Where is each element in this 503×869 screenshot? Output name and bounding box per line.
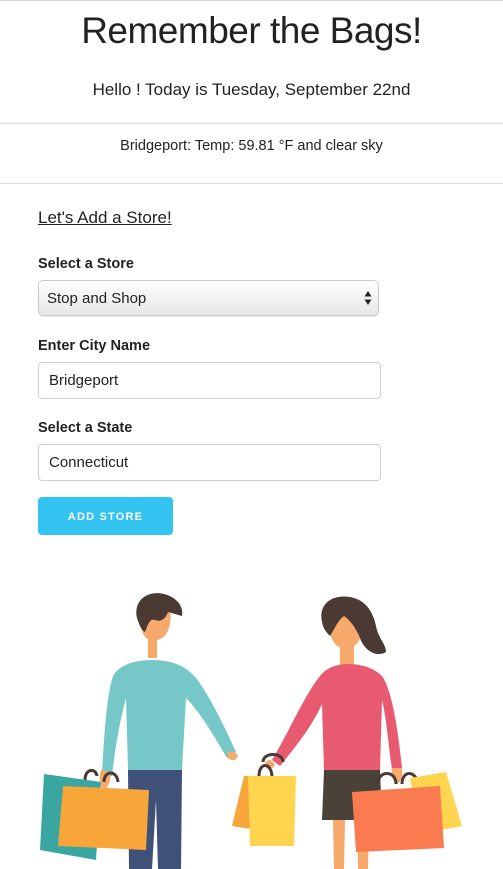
store-label: Select a Store [38, 256, 134, 272]
weather-text: Bridgeport: Temp: 59.81 °F and clear sky [120, 138, 383, 154]
woman-figure [232, 596, 462, 869]
select-arrows-icon [364, 291, 372, 305]
city-label: Enter City Name [38, 338, 151, 354]
greeting-text: Hello ! Today is Tuesday, September 22nd [92, 80, 411, 99]
shopping-people-illustration [40, 593, 462, 869]
state-label: Select a State [38, 420, 133, 436]
app-title: Remember the Bags! [81, 10, 422, 51]
store-select-value: Stop and Shop [47, 290, 147, 307]
top-border [0, 0, 503, 1]
add-store-button[interactable]: ADD STORE [38, 497, 173, 535]
add-store-heading: Let's Add a Store! [38, 208, 172, 227]
state-input[interactable] [38, 444, 381, 481]
weather-divider [0, 183, 503, 184]
city-input[interactable] [38, 362, 381, 399]
man-figure [40, 593, 238, 869]
header-divider [0, 123, 503, 124]
store-select[interactable]: Stop and Shop [38, 280, 379, 316]
